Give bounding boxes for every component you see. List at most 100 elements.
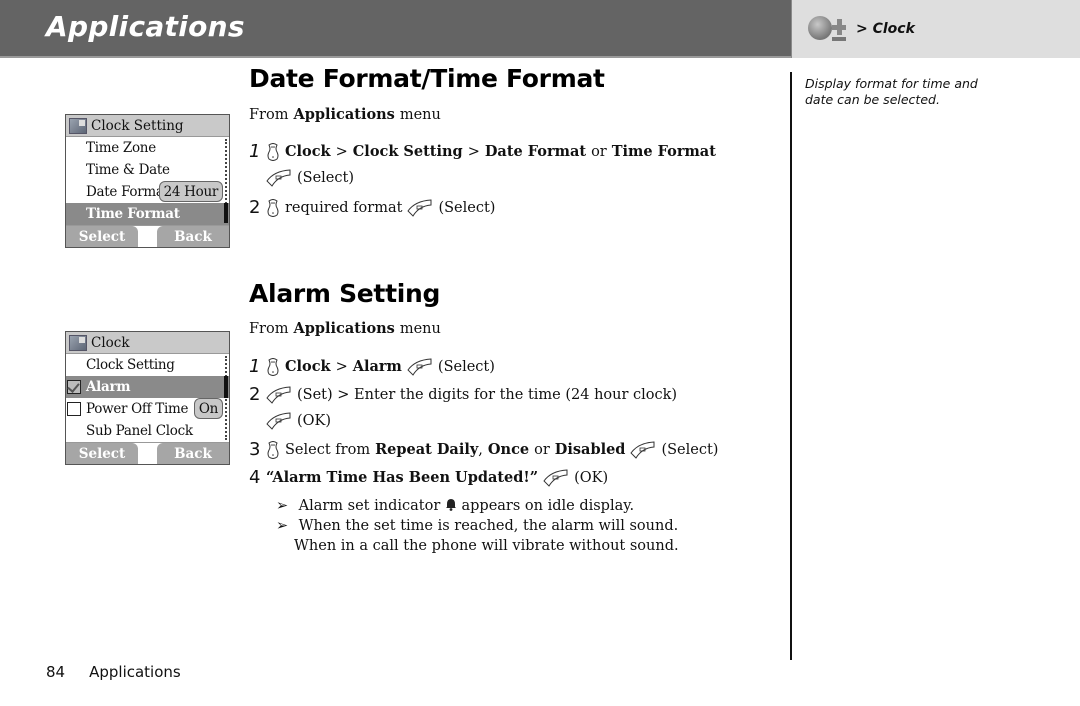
step-2: 2 required format (Select)	[249, 197, 495, 218]
menu-item-alarm[interactable]: Alarm	[66, 376, 229, 398]
step-number: 4	[249, 467, 261, 488]
navigation-key-icon	[266, 198, 280, 217]
menu-item-date-format[interactable]: Date Format 24 Hour	[66, 181, 229, 203]
text: From	[249, 320, 289, 337]
menu-item-label: Sub Panel Clock	[86, 423, 193, 439]
alarm-bell-icon	[445, 497, 457, 511]
scrollbar-thumb[interactable]	[224, 203, 228, 223]
text: required format	[285, 199, 403, 216]
scrollbar-thumb[interactable]	[224, 376, 228, 398]
navigation-key-icon	[266, 440, 280, 459]
step-1: 1 Clock > Clock Setting > Date Format or…	[249, 141, 716, 162]
breadcrumb-bar: > Clock	[791, 0, 1080, 58]
step-2: 2 (Set) > Enter the digits for the time …	[249, 384, 677, 405]
footer-section: Applications	[89, 663, 181, 681]
menu-item-clock-setting[interactable]: Clock Setting	[66, 354, 229, 376]
separator: >	[335, 143, 348, 160]
softkey-back[interactable]: Back	[157, 226, 229, 247]
menu-item-label: Clock Setting	[86, 357, 175, 373]
softkey-back[interactable]: Back	[157, 443, 229, 464]
applications-icon	[69, 117, 87, 134]
step-number: 2	[249, 384, 261, 405]
left-softkey-icon	[266, 169, 292, 187]
page-number: 84	[46, 663, 66, 681]
menu-item-power-off-time[interactable]: Power Off Time On	[66, 398, 229, 420]
option-repeat-daily: Repeat Daily	[375, 441, 479, 458]
breadcrumb: > Clock	[808, 14, 915, 44]
menu-item-label: Power Off Time	[86, 401, 189, 417]
left-softkey-icon	[543, 468, 569, 487]
note-alarm-indicator: ➢ Alarm set indicator appears on idle di…	[276, 496, 634, 516]
value-popup: On	[193, 398, 223, 419]
step-4: 4 “Alarm Time Has Been Updated!” (OK)	[249, 467, 608, 488]
menu-item-time-zone[interactable]: Time Zone	[66, 137, 229, 159]
text: (OK)	[574, 469, 609, 486]
page-header-bar: Applications	[0, 0, 791, 58]
menu-item-label: Time Zone	[86, 140, 156, 156]
left-softkey-icon	[630, 440, 656, 459]
softkey-select[interactable]: Select	[66, 443, 138, 464]
menu-item-label: Time & Date	[86, 162, 170, 178]
text: When in a call the phone will vibrate wi…	[294, 538, 679, 554]
softkey-bar: Select Back	[66, 442, 229, 464]
arrow-bullet-icon: ➢	[276, 518, 289, 534]
step-1: 1 Clock > Alarm (Select)	[249, 356, 495, 377]
menu-alarm: Alarm	[352, 358, 402, 375]
text: or	[534, 441, 550, 458]
menu-clock-setting: Clock Setting	[352, 143, 463, 160]
text: (Set) > Enter the digits for the time (2…	[297, 386, 678, 403]
screen-title-bar: Clock	[66, 332, 229, 354]
menu-name: Applications	[293, 320, 395, 337]
from-menu-line: From Applications menu	[249, 320, 441, 337]
menu-time-format: Time Format	[611, 143, 716, 160]
applications-icon	[69, 334, 87, 351]
text: ,	[478, 441, 483, 458]
screen-title: Clock	[91, 334, 130, 351]
left-softkey-icon	[266, 412, 292, 430]
step-2-ok: (OK)	[266, 412, 331, 430]
arrow-bullet-icon: ➢	[276, 498, 289, 514]
text: (Select)	[437, 358, 495, 375]
screen-title-bar: Clock Setting	[66, 115, 229, 137]
navigation-key-icon	[266, 142, 280, 161]
step-number: 3	[249, 439, 261, 460]
menu-item-time-format[interactable]: Time Format	[66, 203, 229, 225]
menu-item-sub-panel-clock[interactable]: Sub Panel Clock	[66, 420, 229, 442]
confirmation-message: “Alarm Time Has Been Updated!”	[266, 469, 539, 486]
phone-screen-clock: Clock Clock Setting Alarm Power Off Time…	[65, 331, 230, 465]
applications-menu-icon	[808, 14, 850, 44]
step-number: 1	[249, 356, 261, 377]
value-popup: 24 Hour	[158, 181, 223, 202]
column-divider	[790, 72, 792, 660]
text: (Select)	[438, 199, 496, 216]
softkey-select[interactable]: Select	[66, 226, 138, 247]
left-softkey-icon	[407, 357, 433, 376]
from-menu-line: From Applications menu	[249, 106, 441, 123]
menu-date-format: Date Format	[484, 143, 587, 160]
navigation-key-icon	[266, 357, 280, 376]
softkey-bar: Select Back	[66, 225, 229, 247]
sidebar-note: Display format for time and date can be …	[805, 76, 978, 107]
section-heading-alarm-setting: Alarm Setting	[249, 279, 441, 308]
menu-item-label: Date Format	[86, 184, 169, 200]
menu-item-label: Alarm	[86, 379, 131, 395]
option-once: Once	[487, 441, 530, 458]
text: appears on idle display.	[461, 498, 635, 514]
step-3: 3 Select from Repeat Daily, Once or Disa…	[249, 439, 718, 460]
scrollbar-track[interactable]	[225, 356, 227, 440]
alarm-checkbox[interactable]	[67, 380, 81, 394]
section-heading-date-time-format: Date Format/Time Format	[249, 64, 605, 93]
breadcrumb-clock: > Clock	[856, 21, 915, 37]
left-softkey-icon	[266, 385, 292, 404]
text: When the set time is reached, the alarm …	[298, 518, 679, 534]
step-number: 1	[249, 141, 261, 162]
separator: >	[467, 143, 480, 160]
page-title: Applications	[46, 10, 245, 43]
text: Select from	[285, 441, 371, 458]
menu-clock: Clock	[285, 143, 331, 160]
page-footer: 84 Applications	[46, 663, 181, 681]
text: menu	[399, 106, 441, 123]
menu-clock: Clock	[285, 358, 331, 375]
menu-item-time-date[interactable]: Time & Date	[66, 159, 229, 181]
power-off-checkbox[interactable]	[67, 402, 81, 416]
